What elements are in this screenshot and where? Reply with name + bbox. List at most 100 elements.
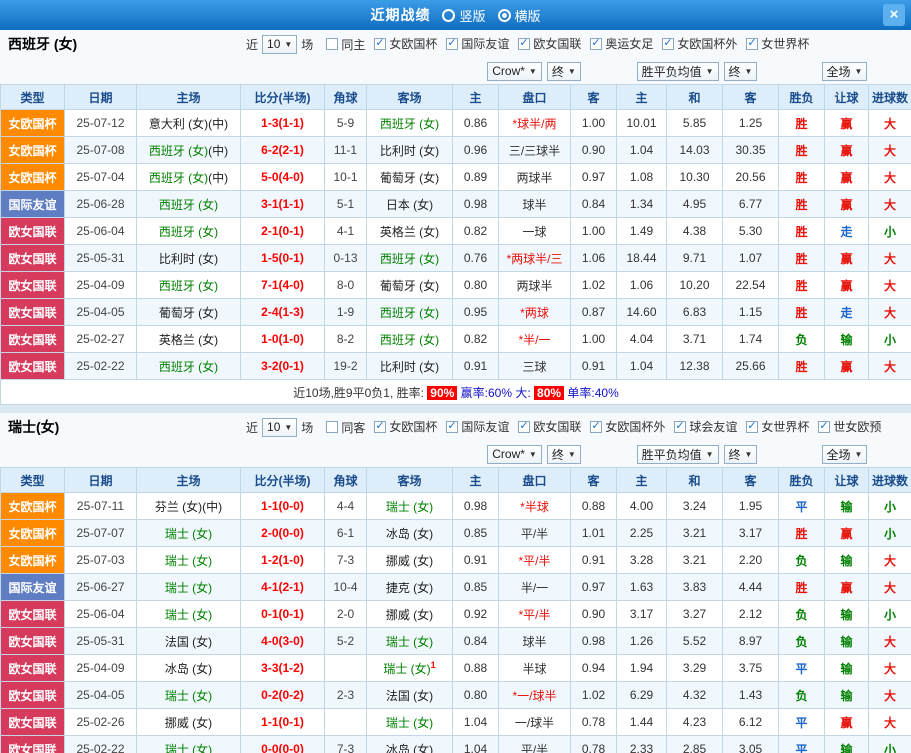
match-row: 女欧国杯 25-07-11 芬兰 (女)(中) 1-1(0-0) 4-4 瑞士 (女) 0.… [0, 492, 911, 520]
date-cell: 25-04-09 [64, 271, 137, 299]
competition-filters: 女欧国杯 国际友谊 欧女国联 奥运女足 女欧国杯外 女世界杯 [365, 35, 809, 53]
column-header: 角球 [324, 84, 367, 110]
checkbox-icon [326, 38, 339, 50]
chevron-down-icon: ▼ [567, 66, 576, 76]
score-cell: 1-1(0-0) [240, 492, 325, 520]
corner-cell: 4-1 [324, 217, 367, 245]
away-team-name: 英格兰 (女) [379, 224, 440, 239]
ah-away-water-cell: 0.94 [570, 654, 617, 682]
home-team-name: 西班牙 (女) [158, 197, 219, 212]
competition-filter[interactable]: 奥运女足 [590, 35, 653, 52]
home-team-name: 西班牙 (女) [158, 359, 219, 374]
match-row: 欧女国联 25-06-04 瑞士 (女) 0-1(0-1) 2-0 挪威 (女) 0.92 *… [0, 600, 911, 628]
result-goals-cell: 大 [868, 163, 911, 191]
result-handicap-cell: 赢 [824, 352, 869, 380]
home-team-name: 英格兰 (女) [158, 332, 219, 347]
competition-filter[interactable]: 世女欧预 [818, 418, 881, 435]
column-header: 主 [452, 467, 499, 493]
dropdown-row: Crow* ▼ 终 ▼ 胜平负均值 ▼ 终 ▼ 全场 ▼ [0, 58, 911, 84]
result-goals-cell: 大 [868, 298, 911, 326]
competition-type-cell: 欧女国联 [0, 325, 65, 353]
select-value: 终 [551, 447, 564, 462]
match-count-select[interactable]: 10 ▼ [262, 417, 298, 437]
match-row: 欧女国联 25-02-22 瑞士 (女) 0-0(0-0) 7-3 冰岛 (女) 1.04 平… [0, 735, 911, 753]
odds-draw-cell: 3.29 [666, 654, 723, 682]
away-team-name: 葡萄牙 (女) [379, 278, 440, 293]
away-team-name: 西班牙 (女) [379, 251, 440, 266]
result-handicap-cell: 输 [824, 681, 869, 709]
competition-filter[interactable]: 欧女国联 [518, 35, 581, 52]
competition-filter[interactable]: 球会友谊 [674, 418, 737, 435]
score-cell: 3-2(0-1) [240, 352, 325, 380]
games-label: 场 [301, 37, 314, 52]
column-header: 角球 [324, 467, 367, 493]
odds-company-select[interactable]: Crow* ▼ [487, 444, 542, 464]
wdl-average-select[interactable]: 胜平负均值 ▼ [636, 61, 719, 81]
scope-select[interactable]: 全场 ▼ [821, 61, 868, 81]
result-goals-cell: 大 [868, 573, 911, 601]
layout-radio-horizontal[interactable]: 横版 [497, 6, 541, 25]
result-wdl-cell: 胜 [778, 217, 825, 245]
scope-select[interactable]: 全场 ▼ [821, 444, 868, 464]
close-icon[interactable]: × [883, 4, 905, 26]
neutral-venue-tag: (中) [208, 143, 229, 158]
match-row: 欧女国联 25-06-04 西班牙 (女) 2-1(0-1) 4-1 英格兰 (女) 0.8… [0, 217, 911, 245]
wdl-time-select[interactable]: 终 ▼ [723, 444, 758, 464]
odds-home-cell: 4.00 [616, 492, 667, 520]
table-header-row: 类型 日期 主场 比分(半场) 角球 客场主盘口客主和客胜负 让球 进球数 [0, 84, 911, 110]
competition-filter[interactable]: 国际友谊 [446, 35, 509, 52]
chevron-down-icon: ▼ [705, 449, 714, 459]
score-cell: 4-1(2-1) [240, 573, 325, 601]
home-team-cell: 西班牙 (女)(中) [136, 163, 241, 191]
competition-filter[interactable]: 国际友谊 [446, 418, 509, 435]
competition-filter[interactable]: 女欧国杯外 [590, 418, 665, 435]
competition-filter[interactable]: 女世界杯 [746, 35, 809, 52]
ah-away-water-cell: 0.78 [570, 735, 617, 753]
odds-away-cell: 20.56 [722, 163, 779, 191]
competition-filter[interactable]: 女欧国杯 [374, 418, 437, 435]
odds-time-select[interactable]: 终 ▼ [546, 61, 581, 81]
away-team-cell: 葡萄牙 (女) [366, 163, 453, 191]
handicap-cell: 一球 [498, 217, 571, 245]
competition-filter[interactable]: 欧女国联 [518, 418, 581, 435]
ah-away-water-cell: 1.02 [570, 681, 617, 709]
layout-radio-vertical[interactable]: 竖版 [442, 6, 486, 25]
competition-filter[interactable]: 女世界杯 [746, 418, 809, 435]
corner-cell: 7-3 [324, 546, 367, 574]
competition-filter-label: 女欧国杯 [389, 37, 438, 52]
match-count-select[interactable]: 10 ▼ [262, 34, 298, 54]
odds-company-select[interactable]: Crow* ▼ [487, 61, 542, 81]
odds-away-cell: 30.35 [722, 136, 779, 164]
away-team-name: 西班牙 (女) [379, 332, 440, 347]
competition-type-cell: 欧女国联 [0, 627, 65, 655]
odds-home-cell: 1.08 [616, 163, 667, 191]
team-section: 西班牙 (女) 近 10 ▼ 场 同主 女欧国杯国际友谊欧女国联奥运女足女欧国杯… [0, 30, 911, 405]
select-value: 终 [728, 447, 741, 462]
result-handicap-cell: 赢 [824, 244, 869, 272]
competition-filter[interactable]: 女欧国杯 [374, 35, 437, 52]
checkbox-icon [446, 37, 459, 50]
home-team-name: 西班牙 (女) [158, 224, 219, 239]
radio-vertical-label: 竖版 [459, 8, 486, 24]
ah-away-water-cell: 0.91 [570, 546, 617, 574]
column-header: 客场 [366, 84, 453, 110]
wdl-time-select[interactable]: 终 ▼ [723, 61, 758, 81]
score-cell: 2-4(1-3) [240, 298, 325, 326]
same-venue-filter[interactable]: 同主 [326, 36, 365, 53]
table-header-row: 类型 日期 主场 比分(半场) 角球 客场主盘口客主和客胜负 让球 进球数 [0, 467, 911, 493]
result-goals-cell: 大 [868, 708, 911, 736]
home-team-name: 意大利 (女) [148, 116, 209, 131]
ah-away-water-cell: 0.88 [570, 492, 617, 520]
chevron-down-icon: ▼ [284, 422, 293, 432]
wdl-average-select[interactable]: 胜平负均值 ▼ [636, 444, 719, 464]
checkbox-icon [746, 420, 759, 433]
odds-draw-cell: 5.85 [666, 109, 723, 137]
competition-type-cell: 欧女国联 [0, 735, 65, 753]
odds-home-cell: 2.25 [616, 519, 667, 547]
away-team-cell: 瑞士 (女) [366, 627, 453, 655]
same-venue-filter[interactable]: 同客 [326, 419, 365, 436]
odds-draw-cell: 3.21 [666, 519, 723, 547]
odds-draw-cell: 10.30 [666, 163, 723, 191]
odds-time-select[interactable]: 终 ▼ [546, 444, 581, 464]
competition-filter[interactable]: 女欧国杯外 [662, 35, 737, 52]
